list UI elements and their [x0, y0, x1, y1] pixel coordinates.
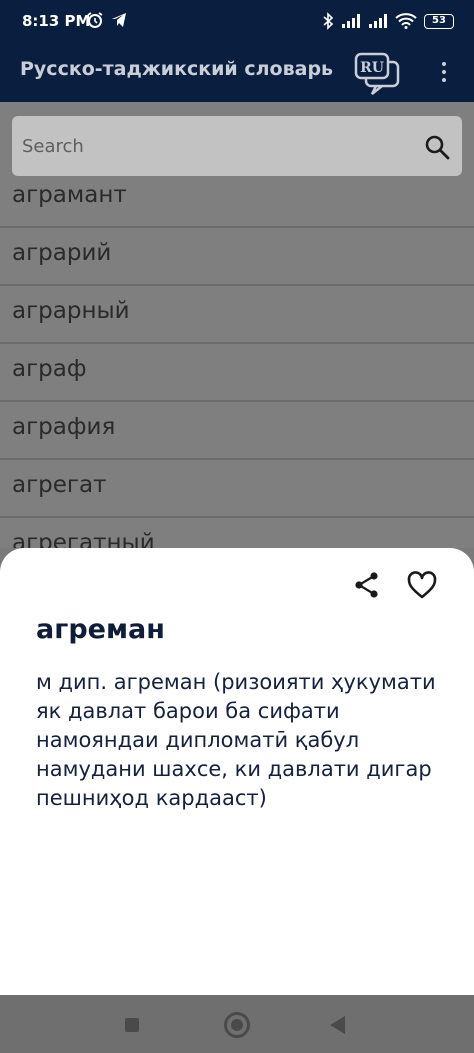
language-bubble-icon: RU [354, 52, 400, 95]
list-item[interactable]: агрегат [0, 460, 474, 518]
share-icon[interactable] [352, 570, 382, 600]
definition-sheet: агреман м дип. агреман (ризоияти ҳукумат… [0, 548, 474, 995]
language-switch-button[interactable]: RU [352, 50, 402, 96]
alarm-icon [87, 12, 103, 28]
status-bar: 8:13 PM 53 [0, 0, 474, 44]
list-item[interactable]: аграмант [0, 188, 474, 228]
recents-icon[interactable] [125, 1018, 139, 1032]
system-nav-bar [0, 995, 474, 1053]
list-item[interactable]: аграрий [0, 228, 474, 286]
list-item[interactable]: аграф [0, 344, 474, 402]
language-label: RU [360, 60, 384, 76]
signal-icon [369, 14, 387, 28]
search-icon[interactable] [424, 134, 450, 160]
search-area [0, 102, 474, 188]
search-input[interactable] [22, 128, 412, 164]
list-item[interactable]: аграфия [0, 402, 474, 460]
entry-definition: м дип. агреман (ризоияти ҳукумати як дав… [36, 670, 436, 810]
telegram-icon [112, 13, 126, 27]
list-item[interactable]: аграрный [0, 286, 474, 344]
bluetooth-icon [323, 12, 334, 30]
home-icon[interactable] [224, 1012, 250, 1038]
battery-icon: 53 [424, 13, 454, 29]
menu-dot-icon [442, 78, 446, 82]
app-title: Русско-таджикский словарь [20, 58, 334, 80]
word-list: аграмант аграрий аграрный аграф аграфия … [0, 188, 474, 548]
overflow-menu-button[interactable] [432, 56, 456, 88]
status-time: 8:13 PM [22, 12, 91, 30]
menu-dot-icon [442, 62, 446, 66]
favorite-heart-icon[interactable] [406, 570, 438, 600]
back-icon[interactable] [330, 1016, 345, 1034]
app-bar: Русско-таджикский словарь RU [0, 44, 474, 102]
search-box[interactable] [12, 116, 462, 176]
list-item[interactable]: агрегатный [0, 518, 474, 548]
signal-icon [342, 14, 360, 28]
wifi-icon [395, 13, 417, 29]
menu-dot-icon [442, 70, 446, 74]
entry-word: агреман [36, 614, 165, 645]
